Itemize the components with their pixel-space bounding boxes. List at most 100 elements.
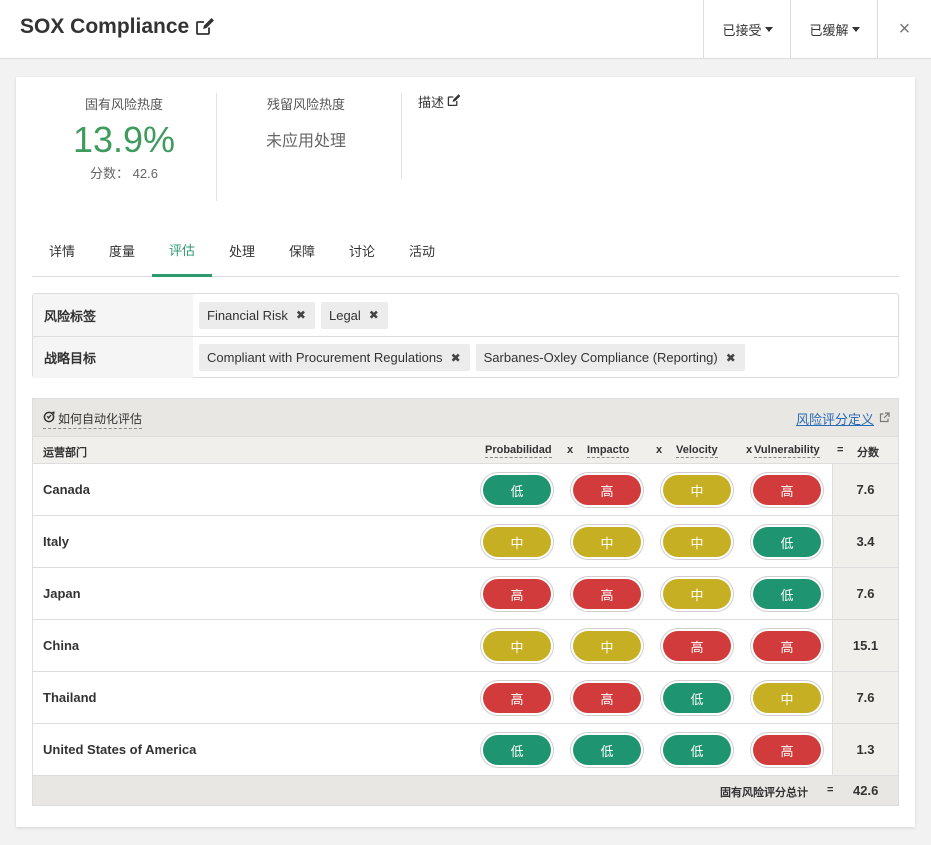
objectives-row: 战略目标 Compliant with Procurement Regulati… [33, 336, 898, 378]
vulnerability-rating[interactable]: 高 [753, 735, 821, 765]
department-name: Japan [43, 586, 81, 601]
residual-heat-value: 未应用处理 [265, 133, 346, 150]
probability-rating[interactable]: 高 [483, 683, 551, 713]
edit-icon[interactable] [195, 18, 215, 36]
tab-bar: 详情 度量 评估 处理 保障 讨论 活动 [32, 225, 899, 277]
velocity-rating[interactable]: 中 [663, 579, 731, 609]
col-score: 分数 [857, 447, 879, 459]
velocity-rating[interactable]: 低 [663, 735, 731, 765]
caret-down-icon [764, 27, 773, 32]
remove-icon[interactable]: ✖ [726, 351, 736, 365]
velocity-rating[interactable]: 中 [663, 527, 731, 557]
objectives-label: 战略目标 [33, 337, 193, 378]
table-row: Japan 高 高 中 低 7.6 [33, 568, 898, 620]
impact-rating[interactable]: 高 [573, 475, 641, 505]
tag-chip-label: Financial Risk [207, 307, 288, 323]
tab-discussion[interactable]: 讨论 [332, 225, 392, 276]
close-icon: × [898, 18, 911, 40]
table-row: Thailand 高 高 低 中 7.6 [33, 672, 898, 724]
tab-label: 保障 [288, 244, 315, 259]
department-name: China [43, 638, 80, 653]
accepted-dropdown-label: 已接受 [722, 23, 762, 38]
col-impact[interactable]: Impacto [587, 444, 630, 458]
tab-label: 详情 [48, 244, 75, 259]
velocity-rating[interactable]: 高 [663, 631, 731, 661]
accepted-dropdown[interactable]: 已接受 [703, 0, 791, 59]
tab-label: 度量 [108, 244, 135, 259]
objective-chip: Sarbanes-Oxley Compliance (Reporting) ✖ [475, 344, 745, 371]
page-title-text: SOX Compliance [20, 15, 190, 38]
table-row: Canada 低 高 中 高 7.6 [33, 464, 898, 516]
vulnerability-rating[interactable]: 中 [753, 683, 821, 713]
impact-rating[interactable]: 高 [573, 683, 641, 713]
remove-icon[interactable]: ✖ [451, 351, 461, 365]
row-score: 3.4 [832, 516, 898, 567]
impact-rating[interactable]: 中 [573, 527, 641, 557]
vulnerability-rating[interactable]: 低 [753, 527, 821, 557]
tab-activity[interactable]: 活动 [392, 225, 452, 276]
tab-details[interactable]: 详情 [32, 225, 92, 276]
close-button[interactable]: × [877, 0, 931, 59]
mitigated-dropdown-label: 已缓解 [809, 23, 849, 38]
tag-chip-label: Legal [328, 307, 361, 323]
objectives-values: Compliant with Procurement Regulations ✖ … [193, 337, 745, 378]
assessment-header: 运营部门 Probabilidad x Impacto x Velocity x… [33, 436, 898, 464]
impact-rating[interactable]: 高 [573, 579, 641, 609]
tab-label: 评估 [168, 243, 195, 258]
impact-rating[interactable]: 中 [573, 631, 641, 661]
tab-label: 处理 [228, 244, 255, 259]
vulnerability-rating[interactable]: 高 [753, 475, 821, 505]
assessment-table: 如何自动化评估 风险评分定义 运营部门 Probabilidad x Impac… [32, 398, 899, 806]
probability-rating[interactable]: 低 [483, 475, 551, 505]
external-link-icon [879, 411, 890, 426]
remove-icon[interactable]: ✖ [296, 308, 306, 322]
tab-assessment[interactable]: 评估 [152, 225, 212, 277]
inherent-heat-label: 固有风险热度 [84, 97, 163, 112]
vulnerability-rating[interactable]: 低 [753, 579, 821, 609]
velocity-rating[interactable]: 中 [663, 475, 731, 505]
probability-rating[interactable]: 高 [483, 579, 551, 609]
vulnerability-rating[interactable]: 高 [753, 631, 821, 661]
total-label: 固有风险评分总计 [720, 787, 808, 799]
probability-rating[interactable]: 低 [483, 735, 551, 765]
tab-treatment[interactable]: 处理 [212, 225, 272, 276]
col-probability[interactable]: Probabilidad [485, 444, 552, 458]
objective-chip-label: Compliant with Procurement Regulations [207, 350, 443, 365]
score-definitions-link[interactable]: 风险评分定义 [796, 409, 890, 428]
page-header: SOX Compliance 已接受 已缓解 × [0, 0, 931, 59]
op-equals: = [837, 444, 844, 456]
inherent-heat-value: 13.9% [72, 119, 176, 160]
objective-chip-label: Sarbanes-Oxley Compliance (Reporting) [483, 350, 718, 365]
auto-assess-link[interactable]: 如何自动化评估 [43, 410, 143, 429]
remove-icon[interactable]: ✖ [369, 308, 379, 322]
row-score: 7.6 [832, 568, 898, 619]
probability-rating[interactable]: 中 [483, 631, 551, 661]
velocity-rating[interactable]: 低 [663, 683, 731, 713]
row-score: 1.3 [832, 724, 898, 775]
department-name: United States of America [43, 742, 197, 757]
row-score: 7.6 [832, 672, 898, 723]
probability-rating[interactable]: 中 [483, 527, 551, 557]
tab-metrics[interactable]: 度量 [92, 225, 152, 276]
inherent-heat-metric: 固有风险热度 13.9% 分数： 42.6 [49, 94, 199, 182]
row-score: 15.1 [832, 620, 898, 671]
tag-chip: Financial Risk ✖ [199, 301, 315, 329]
department-name: Italy [43, 534, 70, 549]
tag-chip: Legal ✖ [320, 301, 388, 329]
objective-chip: Compliant with Procurement Regulations ✖ [199, 344, 470, 371]
row-score: 7.6 [832, 464, 898, 515]
assessment-total-bar: 固有风险评分总计 = 42.6 [33, 776, 898, 805]
residual-heat-metric: 残留风险热度 未应用处理 [236, 94, 376, 151]
col-vulnerability[interactable]: Vulnerability [754, 444, 820, 458]
col-velocity[interactable]: Velocity [676, 444, 718, 458]
impact-rating[interactable]: 低 [573, 735, 641, 765]
table-row: Italy 中 中 中 低 3.4 [33, 516, 898, 568]
assessment-toolbar: 如何自动化评估 风险评分定义 [33, 399, 898, 436]
tab-label: 讨论 [348, 244, 375, 259]
description-edit[interactable]: 描述 [418, 92, 461, 111]
tab-controls[interactable]: 保障 [272, 225, 332, 276]
mitigated-dropdown[interactable]: 已缓解 [790, 0, 878, 59]
metric-divider [216, 93, 217, 201]
page-title: SOX Compliance [20, 15, 215, 39]
auto-assess-label: 如何自动化评估 [58, 412, 143, 426]
